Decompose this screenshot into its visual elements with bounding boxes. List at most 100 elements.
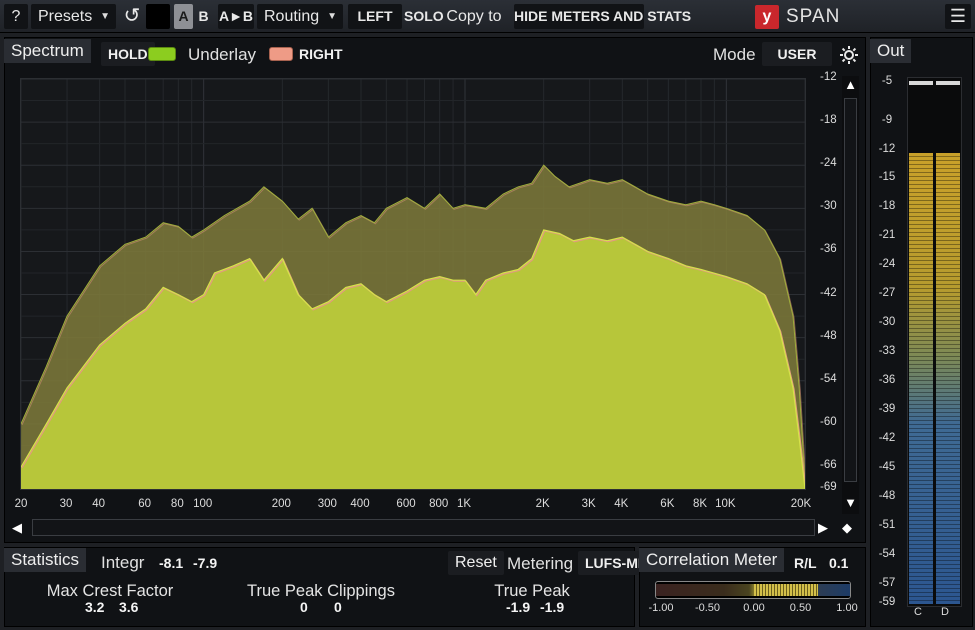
max-crest-right: 3.6 (119, 599, 139, 615)
freq-tick-label: 30 (59, 498, 73, 510)
scroll-left-icon[interactable]: ◀ (12, 519, 30, 537)
preset-b-button[interactable]: B (194, 4, 213, 29)
metering-label: Metering (507, 554, 574, 573)
freq-tick-label: 20K (790, 498, 812, 510)
meter-peak-hold (936, 81, 960, 85)
true-peak-clippings-right: 0 (334, 599, 342, 615)
reset-button[interactable]: Reset (448, 551, 504, 575)
out-scale-label: -45 (878, 460, 896, 473)
underlay-label[interactable]: Underlay (188, 43, 256, 67)
correlation-scale-label: -0.50 (694, 602, 721, 614)
help-button[interactable]: ? (4, 4, 28, 29)
output-meter (907, 77, 962, 607)
integr-label: Integr (101, 553, 145, 572)
tab-correlation[interactable]: Correlation Meter (639, 548, 785, 572)
color-swatch-button[interactable] (146, 4, 170, 29)
true-peak-right: -1.9 (540, 599, 565, 615)
copy-a-to-b-button[interactable]: A►B (218, 4, 254, 29)
correlation-scale-label: 1.00 (836, 602, 858, 614)
channel-label-d: D (941, 606, 949, 618)
meter-channel-c (909, 80, 933, 604)
max-crest-left: 3.2 (85, 599, 105, 615)
hide-meters-button[interactable]: HIDE METERS AND STATS (514, 4, 691, 29)
out-scale-label: -39 (878, 403, 896, 416)
solo-button[interactable]: SOLO (404, 4, 444, 29)
vertical-scroll-thumb[interactable] (844, 98, 857, 482)
true-peak-label: True Peak (494, 582, 570, 600)
out-scale-label: -33 (878, 345, 896, 358)
meter-level-fill (909, 152, 933, 604)
presets-label: Presets (38, 8, 93, 25)
out-scale-label: -18 (878, 200, 896, 213)
out-scale-label: -27 (878, 287, 896, 300)
true-peak-clippings-left: 0 (300, 599, 308, 615)
menu-icon[interactable]: ☰ (945, 4, 971, 29)
correlation-scale-label: 0.50 (789, 602, 812, 614)
scroll-up-icon[interactable]: ▲ (843, 76, 858, 94)
out-scale-label: -36 (878, 374, 896, 387)
meter-channel-d (936, 80, 960, 604)
true-peak-left: -1.9 (506, 599, 531, 615)
out-scale-label: -59 (878, 596, 896, 608)
out-scale-label: -48 (878, 489, 896, 502)
correlation-value: 0.1 (829, 555, 849, 571)
out-scale-label: -5 (881, 75, 893, 87)
freq-tick-label: 200 (271, 498, 291, 510)
spectrum-plot[interactable] (20, 78, 807, 490)
tab-statistics[interactable]: Statistics (4, 548, 87, 572)
out-scale-label: -24 (878, 258, 896, 271)
true-peak-clippings-label: True Peak Clippings (247, 582, 395, 600)
freq-tick-label: 100 (193, 498, 213, 510)
horizontal-scroll-thumb[interactable] (32, 519, 815, 536)
max-crest-label: Max Crest Factor (46, 582, 174, 600)
underlay-color-swatch[interactable] (148, 47, 176, 61)
integr-value-left: -8.1 (159, 555, 184, 571)
freq-tick-label: 80 (170, 498, 184, 510)
chevron-down-icon: ▼ (100, 11, 110, 22)
channel-label-c: C (914, 606, 922, 618)
freq-tick-label: 60 (138, 498, 152, 510)
right-channel-swatch[interactable] (269, 47, 293, 61)
freq-tick-label: 800 (429, 498, 449, 510)
freq-tick-label: 4K (614, 498, 629, 510)
correlation-indicator (754, 584, 818, 596)
mode-label: Mode (713, 45, 756, 64)
out-scale-label: -15 (878, 171, 896, 184)
out-scale-label: -9 (881, 113, 893, 126)
out-scale-label: -30 (878, 316, 896, 329)
freq-tick-label: 2K (535, 498, 550, 510)
correlation-scale: -1.00 -0.50 0.00 0.50 1.00 (648, 602, 857, 616)
freq-tick-label: 10K (715, 498, 736, 510)
preset-a-button[interactable]: A (174, 4, 193, 29)
horizontal-scrollbar[interactable]: ◀ ▶ ◆ (10, 517, 860, 539)
out-scale-label: -21 (878, 229, 896, 242)
left-channel-button[interactable]: LEFT (348, 4, 402, 29)
correlation-bar (655, 581, 851, 599)
freq-tick-label: 1K (456, 498, 472, 510)
scroll-down-icon[interactable]: ▼ (843, 494, 858, 512)
meter-peak-hold (909, 81, 933, 85)
freq-tick-label: 3K (581, 498, 596, 510)
voxengo-logo: y (755, 5, 779, 29)
right-channel-button[interactable]: RIGHT (292, 42, 350, 66)
freq-tick-label: 300 (317, 498, 337, 510)
undo-icon[interactable]: ↺ (119, 4, 145, 29)
tab-spectrum[interactable]: Spectrum (4, 39, 91, 63)
out-scale-label: -51 (878, 518, 896, 531)
freq-tick-label: 40 (92, 498, 106, 510)
meter-level-fill (936, 152, 960, 604)
routing-button[interactable]: Routing ▼ (257, 4, 343, 29)
correlation-scale-label: -1.00 (648, 602, 674, 614)
correlation-mode[interactable]: R/L (787, 551, 824, 575)
out-scale-label: -57 (878, 576, 896, 589)
freq-tick-label: 20 (14, 498, 28, 510)
out-scale-label: -12 (878, 142, 896, 155)
vertical-scrollbar[interactable]: ▲ ▼ (842, 76, 859, 514)
zoom-reset-icon[interactable]: ◆ (842, 519, 860, 537)
copy-to-button[interactable]: Copy to (444, 4, 504, 29)
out-scale-label: -42 (878, 431, 896, 444)
hold-button[interactable]: HOLD (101, 42, 155, 66)
scroll-right-icon[interactable]: ▶ (818, 519, 836, 537)
integr-value-right: -7.9 (193, 555, 218, 571)
presets-button[interactable]: Presets ▼ (31, 4, 116, 29)
